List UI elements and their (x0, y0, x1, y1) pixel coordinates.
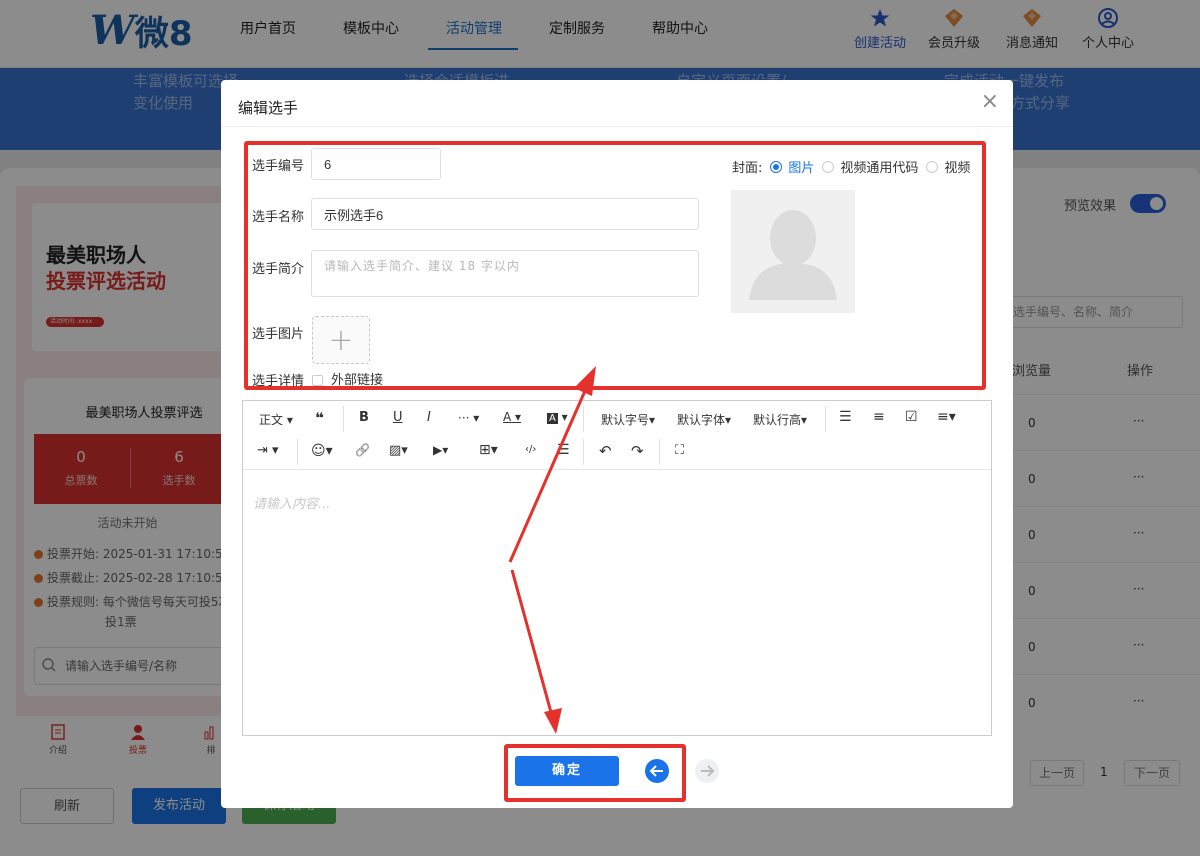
annotation-arrow-down (510, 569, 554, 717)
annotation-arrow-up (508, 383, 590, 563)
annotation-arrows (508, 366, 596, 734)
annotation-arrowhead-up (574, 366, 596, 396)
annotation-arrowhead-down (544, 708, 562, 734)
